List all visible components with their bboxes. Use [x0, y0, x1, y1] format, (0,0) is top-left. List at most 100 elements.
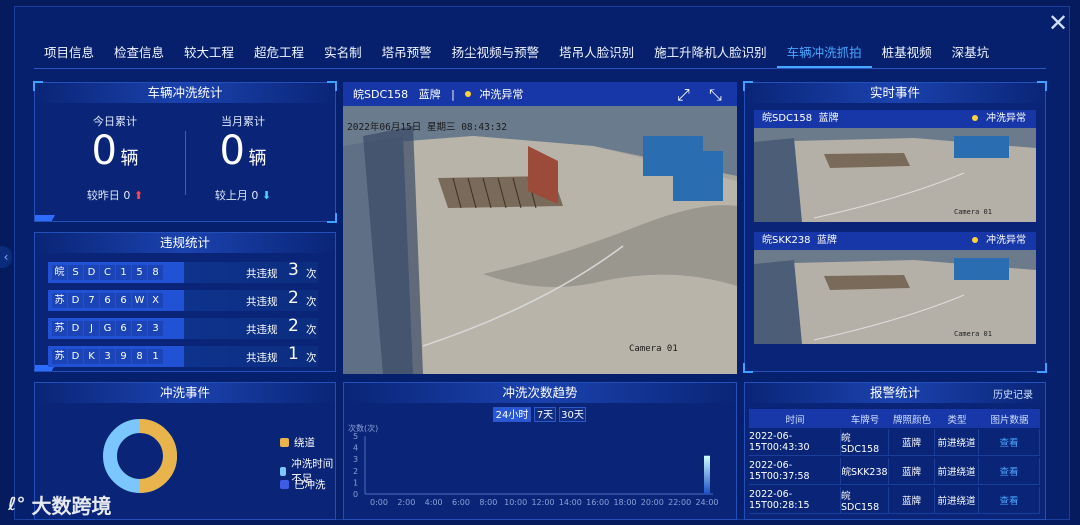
table-cell: 前进绕道 [935, 458, 979, 484]
tab-4[interactable]: 实名制 [314, 40, 372, 68]
plate-char: D [84, 265, 99, 280]
range-24h-button[interactable]: 24小时 [493, 407, 531, 422]
plate-char: S [68, 265, 83, 280]
status-dot-icon [465, 91, 472, 97]
month-total: 当月累计 0 辆 较上月 0 ⬇ [183, 113, 303, 203]
plate-char: 8 [132, 349, 147, 364]
event-plate-color: 蓝牌 [818, 113, 839, 124]
today-unit: 辆 [120, 148, 139, 169]
camera-feed[interactable]: 2022年06月15日 星期三 08:43:32 Camera 01 [343, 106, 737, 374]
table-cell: 2022-06-15T00:43:30 [749, 429, 841, 455]
tab-2[interactable]: 较大工程 [174, 40, 244, 68]
range-30d-button[interactable]: 30天 [559, 407, 586, 422]
panel-title: 实时事件 [745, 83, 1045, 103]
plate-char: D [68, 293, 83, 308]
plate-char: 3 [148, 321, 163, 336]
y-tick-label: 5 [353, 432, 358, 441]
y-tick-label: 2 [353, 467, 358, 476]
legend-label: 绕道 [294, 437, 315, 449]
camera-label: Camera 01 [629, 344, 678, 354]
camera-timestamp: 2022年06月15日 星期三 08:43:32 [347, 121, 507, 133]
tab-6[interactable]: 扬尘视频与预警 [442, 40, 550, 68]
x-tick-label: 20:00 [641, 498, 664, 507]
plate-char: X [148, 293, 163, 308]
y-tick-label: 3 [353, 455, 358, 464]
plate-char: 1 [116, 265, 131, 280]
violations-panel: 违规统计 皖 S D C 1 5 8 共违规 3 次苏 D 7 6 6 W X 共违规 2 次苏 D J G 6 2 3 共违规 2… [34, 232, 336, 372]
chevron-left-icon[interactable]: ‹ [0, 246, 12, 268]
legend-swatch [280, 438, 289, 447]
violation-unit: 次 [306, 296, 317, 308]
tab-3[interactable]: 超危工程 [244, 40, 314, 68]
event-snapshot[interactable]: Camera 01 [754, 250, 1036, 344]
x-tick-label: 16:00 [586, 498, 609, 507]
violation-unit: 次 [306, 324, 317, 336]
table-cell: 皖SDC158 [841, 487, 889, 513]
expand-icon[interactable]: ⤢ [677, 85, 690, 105]
tab-10[interactable]: 桩基视频 [872, 40, 942, 68]
table-cell: 前进绕道 [935, 487, 979, 513]
column-header: 时间 [785, 414, 805, 426]
month-value: 0 [219, 128, 245, 174]
violation-count: 2 [288, 288, 299, 308]
event-status: 冲洗异常 [972, 110, 1026, 128]
logo-icon: ℓ° [8, 494, 26, 515]
trend-chart: 次数(次)5432100:00 2:00 4:00 6:00 8:00 10:00 12:0… [348, 423, 719, 507]
violation-row[interactable]: 苏 D 7 6 6 W X 共违规 2 次 [48, 288, 318, 311]
violation-row[interactable]: 皖 S D C 1 5 8 共违规 3 次 [48, 260, 318, 283]
violation-count: 1 [288, 344, 299, 364]
table-cell: 皖SDC158 [841, 429, 889, 455]
event-status: 冲洗异常 [972, 232, 1026, 250]
plate-char: 7 [84, 293, 99, 308]
camera-plate-color: 蓝牌 [418, 88, 441, 101]
close-icon[interactable]: ✕ [1045, 10, 1071, 36]
view-link[interactable]: 查看 [979, 458, 1040, 484]
table-cell: 2022-06-15T00:37:58 [749, 458, 841, 484]
event-snapshot[interactable]: Camera 01 [754, 128, 1036, 222]
x-tick-label: 14:00 [559, 498, 582, 507]
watermark-text: 大数跨境 [31, 494, 112, 518]
plate-char: 5 [132, 265, 147, 280]
today-total: 今日累计 0 辆 较昨日 0 ⬆ [55, 113, 175, 203]
plate-char: D [68, 349, 83, 364]
plate-char: W [132, 293, 147, 308]
history-link[interactable]: 历史记录 [993, 386, 1033, 401]
x-tick-label: 22:00 [668, 498, 691, 507]
camera-scene: 2022年06月15日 星期三 08:43:32 Camera 01 [343, 106, 737, 374]
vs-last-month: 较上月 0 [214, 189, 259, 202]
plate-char: 苏 [52, 293, 67, 308]
range-7d-button[interactable]: 7天 [534, 407, 556, 422]
violation-unit: 次 [306, 268, 317, 280]
tab-8[interactable]: 施工升降机人脸识别 [644, 40, 777, 68]
column-header: 车牌号 [850, 414, 880, 426]
collapse-icon[interactable]: ⤡ [709, 85, 722, 105]
table-cell: 皖SKK238 [841, 458, 889, 484]
violation-row[interactable]: 苏 D J G 6 2 3 共违规 2 次 [48, 316, 318, 339]
event-image: Camera 01 [754, 250, 1036, 344]
tab-9[interactable]: 车辆冲洗抓拍 [776, 40, 872, 68]
x-tick-label: 12:00 [531, 498, 554, 507]
violation-row[interactable]: 苏 D K 3 9 8 1 共违规 1 次 [48, 344, 318, 367]
plate-number: 皖SDC158 [48, 262, 184, 283]
legend-item: 已冲洗 [280, 477, 326, 492]
column-header: 图片数据 [990, 414, 1029, 426]
panel-decor [35, 215, 65, 221]
tab-1[interactable]: 检查信息 [104, 40, 174, 68]
x-tick-label: 0:00 [370, 498, 388, 507]
wash-stats-panel: 车辆冲洗统计 今日累计 0 辆 较昨日 0 ⬆ 当月累计 0 辆 较上月 0 ⬇ [33, 81, 337, 223]
tab-0[interactable]: 项目信息 [34, 40, 104, 68]
tab-7[interactable]: 塔吊人脸识别 [549, 40, 644, 68]
tab-11[interactable]: 深基坑 [942, 40, 1000, 68]
plate-char: 9 [116, 349, 131, 364]
vs-yesterday: 较昨日 0 [86, 189, 131, 202]
table-row: 2022-06-15T00:43:30 皖SDC158 蓝牌 前进绕道 查看 [749, 429, 1040, 456]
violation-label: 共违规 [246, 268, 278, 280]
tab-5[interactable]: 塔吊预警 [372, 40, 442, 68]
violation-count: 2 [288, 316, 299, 336]
x-tick-label: 4:00 [425, 498, 443, 507]
view-link[interactable]: 查看 [979, 429, 1040, 455]
plate-char: 1 [148, 349, 163, 364]
camera-header: 皖SDC158 蓝牌 | 冲洗异常 ⤢ ⤡ [343, 82, 737, 106]
plate-char: D [68, 321, 83, 336]
view-link[interactable]: 查看 [979, 487, 1040, 513]
